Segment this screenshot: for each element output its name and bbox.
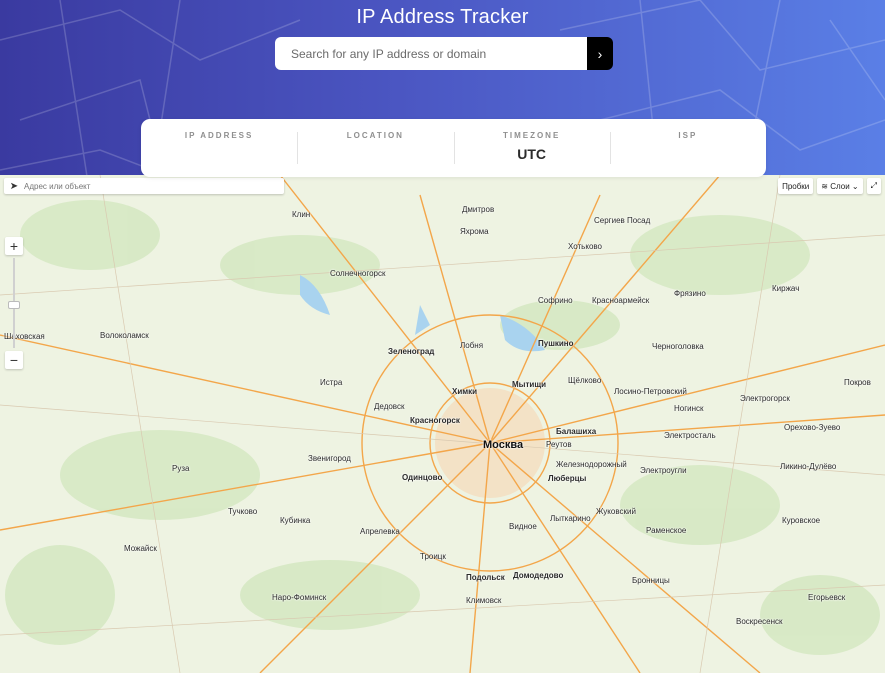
city-label-volokolamsk: Волоколамск <box>100 331 149 340</box>
city-label-elektrogorsk: Электрогорск <box>740 394 790 403</box>
map-controls: Пробки ≋ Слои ⌄ ⤢ <box>778 178 881 194</box>
city-label-sofrino: Софрино <box>538 296 573 305</box>
city-label-chernogolovka: Черноголовка <box>652 342 704 351</box>
city-label-orekhovo-zuevo: Орехово-Зуево <box>784 423 841 432</box>
city-label-shchelkovo: Щёлково <box>568 376 602 385</box>
city-label-zvenigorod: Звенигород <box>308 454 351 463</box>
city-label-elektrostal: Электросталь <box>664 431 716 440</box>
city-label-yakhroma: Яхрома <box>460 227 489 236</box>
city-label-noginsk: Ногинск <box>674 404 704 413</box>
zoom-in-button[interactable]: + <box>5 237 23 255</box>
city-label-vidnoe: Видное <box>509 522 537 531</box>
traffic-button[interactable]: Пробки <box>778 178 814 194</box>
city-label-mytishchi: Мытищи <box>512 380 546 389</box>
navigation-arrow-icon[interactable]: ➤ <box>4 181 24 192</box>
city-label-likino-dulyovo: Ликино-Дулёво <box>780 462 837 471</box>
ip-search-form: › <box>275 37 613 70</box>
timezone-label: TIMEZONE <box>502 131 561 140</box>
city-label-dmitrov: Дмитров <box>462 205 495 214</box>
map-address-search: ➤ <box>4 178 284 194</box>
map-address-input[interactable] <box>24 181 274 191</box>
traffic-label: Пробки <box>782 181 810 191</box>
city-label-zheleznodorozhny: Железнодорожный <box>556 460 627 469</box>
city-label-balashikha: Балашиха <box>556 427 597 436</box>
city-label-moscow: Москва <box>483 439 524 451</box>
city-label-troitsk: Троицк <box>420 552 446 561</box>
city-label-krasnoarmeysk: Красноармейск <box>592 296 650 305</box>
city-label-ruza: Руза <box>172 464 190 473</box>
city-label-kurovskoe: Куровское <box>782 516 821 525</box>
fullscreen-icon: ⤢ <box>870 181 877 190</box>
city-label-podolsk: Подольск <box>466 573 505 582</box>
city-label-aprelevka: Апрелевка <box>360 527 400 536</box>
city-label-losino-petrovsky: Лосино-Петровский <box>614 387 687 396</box>
city-label-mozhaysk: Можайск <box>124 544 157 553</box>
city-label-pushkino: Пушкино <box>538 339 574 348</box>
city-label-pokrov: Покров <box>844 378 871 387</box>
city-label-kirzhach: Киржач <box>772 284 800 293</box>
city-label-zhukovsky: Жуковский <box>596 507 636 516</box>
city-label-ramenskoe: Раменское <box>646 526 687 535</box>
location-label: LOCATION <box>346 131 404 140</box>
city-label-solnechnogorsk: Солнечногорск <box>330 269 386 278</box>
fullscreen-button[interactable]: ⤢ <box>866 178 881 194</box>
zoom-slider-handle[interactable] <box>8 301 20 309</box>
map[interactable]: ➤ Пробки ≋ Слои ⌄ ⤢ + − Москва Химки Мыт… <box>0 175 885 673</box>
city-label-voskresensk: Воскресенск <box>736 617 783 626</box>
city-label-zelenograd: Зеленоград <box>388 347 435 356</box>
city-label-naro-fominsk: Наро-Фоминск <box>272 593 327 602</box>
location-cell: LOCATION <box>297 119 453 177</box>
city-label-bronnitsy: Бронницы <box>632 576 670 585</box>
page-title: IP Address Tracker <box>356 6 529 28</box>
zoom-slider[interactable] <box>8 258 20 348</box>
ip-address-label: IP ADDRESS <box>184 131 254 140</box>
layers-icon: ≋ <box>821 181 831 191</box>
city-label-lobnya: Лобня <box>460 341 484 350</box>
layers-button[interactable]: ≋ Слои ⌄ <box>817 178 863 194</box>
zoom-out-button[interactable]: − <box>5 351 23 369</box>
zoom-control: + − <box>5 237 23 369</box>
city-label-lytkarino: Лыткарино <box>550 514 591 523</box>
info-panel: IP ADDRESS LOCATION TIMEZONE UTC ISP <box>141 119 766 177</box>
layers-label: Слои <box>830 181 850 191</box>
chevron-right-icon: › <box>597 45 603 62</box>
city-label-tuchkovo: Тучково <box>228 507 258 516</box>
ip-search-input[interactable] <box>275 37 587 70</box>
city-label-egorievsk: Егорьевск <box>808 593 846 602</box>
isp-cell: ISP <box>609 119 766 177</box>
isp-label: ISP <box>678 131 698 140</box>
timezone-cell: TIMEZONE UTC <box>453 119 610 177</box>
city-label-sergiev-posad: Сергиев Посад <box>594 216 651 225</box>
city-label-odintsovo: Одинцово <box>402 473 443 482</box>
city-label-dedovsk: Дедовск <box>374 402 405 411</box>
city-label-klimovsk: Климовск <box>466 596 502 605</box>
search-submit-button[interactable]: › <box>587 37 613 70</box>
city-label-istra: Истра <box>320 378 343 387</box>
city-label-reutov: Реутов <box>546 440 572 449</box>
chevron-down-icon: ⌄ <box>849 181 859 191</box>
city-label-krasnogorsk: Красногорск <box>410 416 460 425</box>
city-label-kubinka: Кубинка <box>280 516 311 525</box>
timezone-value: UTC <box>517 146 547 162</box>
city-label-elektrougli: Электроугли <box>640 466 687 475</box>
city-label-khimki: Химки <box>452 387 478 396</box>
city-label-domodedovo: Домодедово <box>513 571 564 580</box>
city-label-fryazino: Фрязино <box>674 289 706 298</box>
city-label-khotkovo: Хотьково <box>568 242 602 251</box>
city-label-lyubertsy: Люберцы <box>548 474 587 483</box>
ip-address-cell: IP ADDRESS <box>141 119 297 177</box>
city-label-klin: Клин <box>292 210 311 219</box>
